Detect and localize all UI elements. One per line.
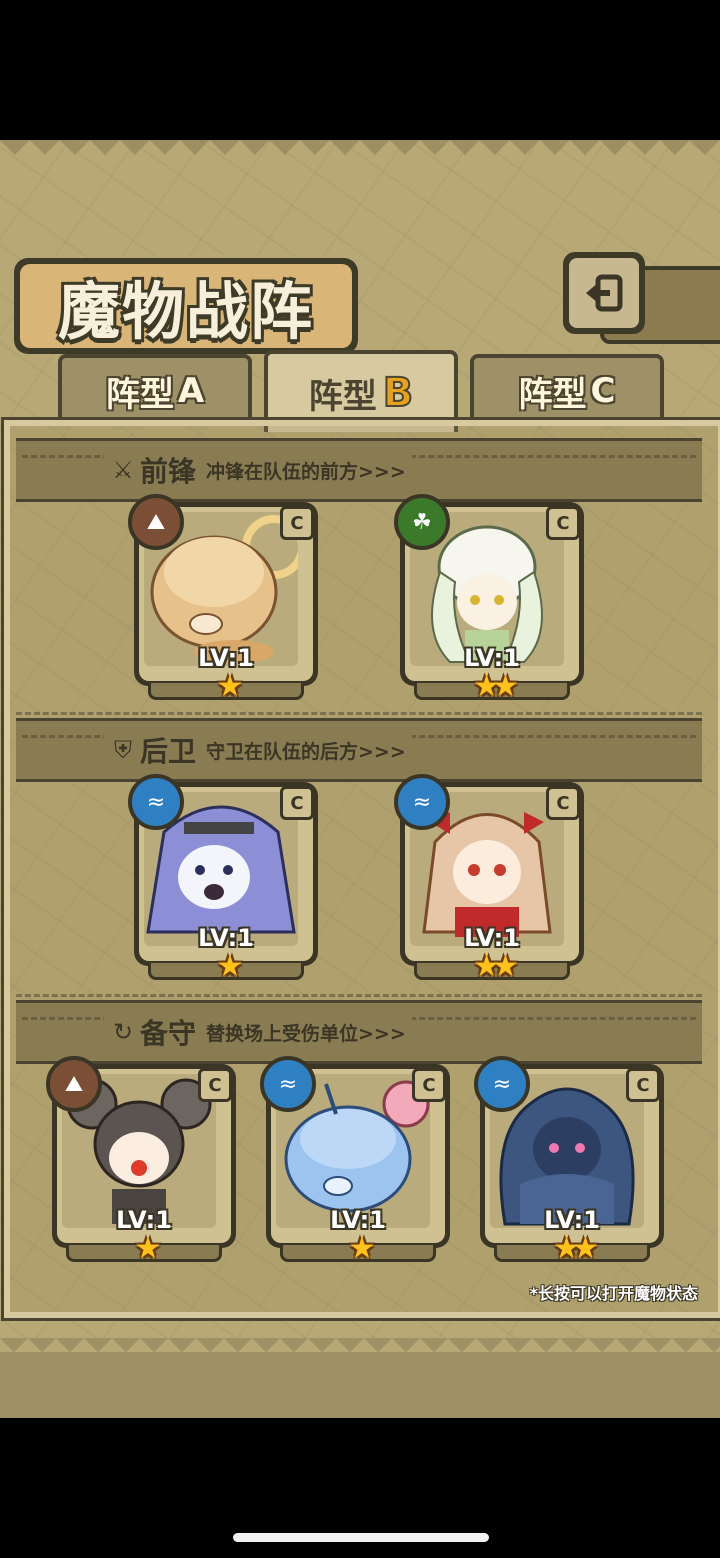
rank-badge: C <box>626 1068 660 1102</box>
rank-badge: C <box>280 786 314 820</box>
star-rating: ★★ <box>473 669 519 704</box>
water-element-icon: ≈ <box>128 774 184 830</box>
tab-c-letter: C <box>590 371 616 411</box>
long-press-hint: *长按可以打开魔物状态 <box>529 1284 698 1303</box>
level-label: LV:1 <box>544 1206 600 1234</box>
level-label: LV:1 <box>464 924 520 952</box>
sword-icon: ⚔ <box>112 456 134 484</box>
monster-card-reserve-1[interactable]: C ⛰ LV:1 ★ <box>46 1056 236 1264</box>
tab-c-prefix: 阵型 <box>518 374 587 415</box>
rank-badge: C <box>546 506 580 540</box>
level-label: LV:1 <box>330 1206 386 1234</box>
tab-a-letter: A <box>177 371 205 411</box>
formation-panel: 魔物战阵 阵型 A 阵型 C 阵型 B ⚔ 前锋 冲锋在队伍的前方>>> C ⛰… <box>0 140 720 1418</box>
section-rearguard-header: ⛨ 后卫 守卫在队伍的后方>>> <box>16 718 702 782</box>
level-label: LV:1 <box>198 644 254 672</box>
page-title: 魔物战阵 <box>57 275 314 348</box>
section-rearguard-desc: 守卫在队伍的后方>>> <box>206 740 406 763</box>
monster-card-rearguard-2[interactable]: C ≈ LV:1 ★★ <box>394 774 584 982</box>
section-rearguard-name: 后卫 <box>140 735 197 768</box>
tab-formation-c[interactable]: 阵型 C <box>470 354 664 424</box>
panel-top-edge <box>0 140 720 170</box>
section-vanguard-header: ⚔ 前锋 冲锋在队伍的前方>>> <box>16 438 702 502</box>
level-label: LV:1 <box>198 924 254 952</box>
section-reserve-header: ↻ 备守 替换场上受伤单位>>> <box>16 1000 702 1064</box>
water-element-icon: ≈ <box>474 1056 530 1112</box>
monster-card-reserve-3[interactable]: C ≈ LV:1 ★★ <box>474 1056 664 1264</box>
section-reserve-name: 备守 <box>140 1017 197 1050</box>
water-element-icon: ≈ <box>394 774 450 830</box>
star-rating: ★ <box>216 669 244 704</box>
level-label: LV:1 <box>116 1206 172 1234</box>
return-arrow-icon <box>586 274 623 312</box>
title-plate: 魔物战阵 <box>14 258 358 354</box>
earth-element-icon: ⛰ <box>46 1056 102 1112</box>
rearguard-row: C ≈ LV:1 ★ C ≈ LV:1 ★★ <box>16 774 702 997</box>
star-rating: ★★ <box>473 949 519 984</box>
water-element-icon: ≈ <box>260 1056 316 1112</box>
back-button[interactable] <box>563 252 645 334</box>
monster-card-vanguard-2[interactable]: C ☘ LV:1 ★★ <box>394 494 584 702</box>
swap-icon: ↻ <box>112 1018 134 1046</box>
home-indicator[interactable] <box>233 1533 489 1542</box>
reserve-row: C ⛰ LV:1 ★ C ≈ LV:1 ★ C ≈ LV:1 ★★ <box>16 1056 702 1274</box>
rank-badge: C <box>280 506 314 540</box>
section-vanguard-name: 前锋 <box>140 455 197 488</box>
monster-card-reserve-2[interactable]: C ≈ LV:1 ★ <box>260 1056 450 1264</box>
rank-badge: C <box>412 1068 446 1102</box>
monster-card-vanguard-1[interactable]: C ⛰ LV:1 ★ <box>128 494 318 702</box>
level-label: LV:1 <box>464 644 520 672</box>
star-rating: ★ <box>348 1231 376 1266</box>
shield-icon: ⛨ <box>114 736 132 764</box>
tab-a-prefix: 阵型 <box>105 374 174 415</box>
rank-badge: C <box>546 786 580 820</box>
tab-formation-a[interactable]: 阵型 A <box>58 354 252 424</box>
monster-card-rearguard-1[interactable]: C ≈ LV:1 ★ <box>128 774 318 982</box>
tab-b-letter: B <box>382 369 414 417</box>
rank-badge: C <box>198 1068 232 1102</box>
panel-bottom-edge <box>0 1324 720 1418</box>
vanguard-row: C ⛰ LV:1 ★ C ☘ LV:1 ★★ <box>16 494 702 715</box>
earth-element-icon: ⛰ <box>128 494 184 550</box>
tab-b-prefix: 阵型 <box>308 376 377 417</box>
star-rating: ★★ <box>553 1231 599 1266</box>
section-vanguard-desc: 冲锋在队伍的前方>>> <box>206 460 406 483</box>
section-reserve-desc: 替换场上受伤单位>>> <box>206 1022 406 1045</box>
star-rating: ★ <box>134 1231 162 1266</box>
star-rating: ★ <box>216 949 244 984</box>
leaf-element-icon: ☘ <box>394 494 450 550</box>
